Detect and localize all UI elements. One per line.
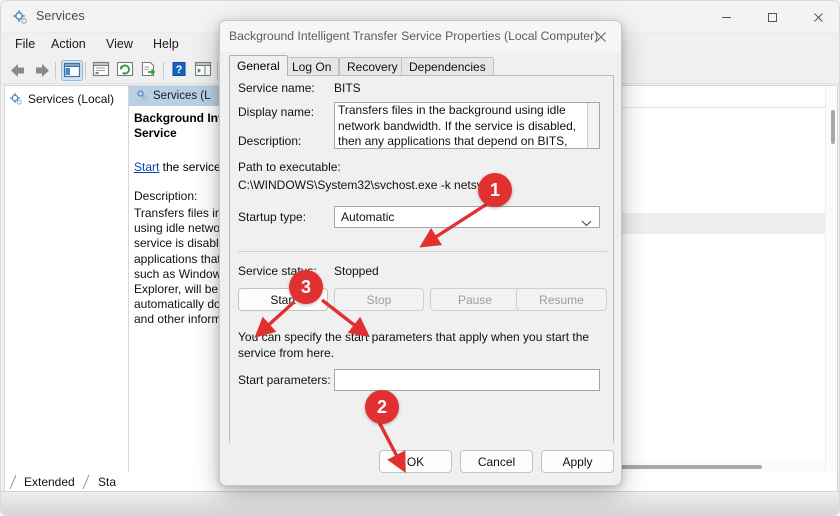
show-hide-console-tree-icon[interactable] bbox=[61, 60, 83, 81]
path-to-executable-value: C:\WINDOWS\System32\svchost.exe -k netsv… bbox=[238, 178, 509, 192]
status-bar bbox=[1, 491, 839, 515]
window-title: Services bbox=[36, 9, 85, 23]
startup-type-dropdown[interactable]: Automatic bbox=[334, 206, 600, 228]
list-vscroll-thumb[interactable] bbox=[831, 110, 835, 144]
service-name-value: BITS bbox=[334, 81, 361, 95]
dialog-close-button[interactable] bbox=[579, 21, 621, 53]
apply-button[interactable]: Apply bbox=[541, 450, 614, 473]
callout-badge-3: 3 bbox=[289, 270, 323, 304]
start-parameters-input[interactable] bbox=[334, 369, 600, 391]
description-text: Transfers files in the background using … bbox=[338, 103, 577, 149]
menu-action[interactable]: Action bbox=[45, 37, 92, 54]
chevron-down-icon bbox=[581, 214, 592, 232]
tab-dependencies[interactable]: Dependencies bbox=[401, 57, 494, 76]
tab-recovery[interactable]: Recovery bbox=[339, 57, 406, 76]
dialog-title: Background Intelligent Transfer Service … bbox=[229, 29, 599, 43]
cancel-button[interactable]: Cancel bbox=[460, 450, 533, 473]
dialog-titlebar: Background Intelligent Transfer Service … bbox=[220, 21, 621, 53]
back-arrow-icon[interactable] bbox=[7, 60, 29, 81]
display-name-label: Display name: bbox=[238, 105, 315, 119]
description-scrollbar[interactable] bbox=[587, 103, 599, 148]
help-icon[interactable]: ? bbox=[169, 60, 191, 81]
services-gear-icon bbox=[135, 88, 148, 104]
forward-arrow-icon[interactable] bbox=[31, 60, 53, 81]
startup-type-label: Startup type: bbox=[238, 210, 307, 224]
close-button[interactable] bbox=[795, 1, 839, 33]
tab-separator-icon bbox=[82, 474, 91, 490]
menu-help[interactable]: Help bbox=[147, 37, 185, 54]
svg-text:?: ? bbox=[176, 64, 183, 76]
start-service-link[interactable]: Start bbox=[134, 160, 159, 174]
tree-item-label: Services (Local) bbox=[28, 92, 115, 106]
description-textbox[interactable]: Transfers files in the background using … bbox=[334, 102, 600, 149]
show-action-pane-icon[interactable] bbox=[193, 60, 215, 81]
start-link-suffix: the service bbox=[159, 160, 221, 174]
dialog-body: General Log On Recovery Dependencies Ser… bbox=[220, 53, 621, 485]
minimize-button[interactable] bbox=[703, 1, 749, 33]
start-parameters-help-text: You can specify the start parameters tha… bbox=[238, 330, 590, 360]
extended-start-link-row: Start the service bbox=[134, 160, 221, 174]
menu-view[interactable]: View bbox=[100, 37, 139, 54]
export-list-icon[interactable] bbox=[139, 60, 161, 81]
tree-item-services-local[interactable]: Services (Local) bbox=[9, 90, 114, 108]
services-gear-icon bbox=[12, 9, 29, 26]
window-controls bbox=[703, 1, 839, 33]
tab-extended[interactable]: Extended bbox=[17, 473, 82, 491]
console-tree-pane: Services (Local) bbox=[5, 86, 129, 472]
description-label: Description: bbox=[238, 134, 302, 148]
ok-button[interactable]: OK bbox=[379, 450, 452, 473]
properties-icon[interactable] bbox=[91, 60, 113, 81]
dialog-tab-page-general: Service name: BITS Display name: Backgro… bbox=[229, 75, 614, 469]
dialog-footer: OK Cancel Apply bbox=[220, 443, 621, 485]
screenshot-root: Services File Action View Help ? Service… bbox=[0, 0, 840, 516]
section-divider bbox=[238, 251, 607, 252]
extended-description-label: Description: bbox=[134, 189, 198, 203]
callout-badge-1: 1 bbox=[478, 173, 512, 207]
service-properties-dialog: Background Intelligent Transfer Service … bbox=[219, 20, 622, 486]
tab-log-on[interactable]: Log On bbox=[284, 57, 340, 76]
refresh-icon[interactable] bbox=[115, 60, 137, 81]
stop-button[interactable]: Stop bbox=[334, 288, 424, 311]
tab-standard[interactable]: Sta bbox=[91, 473, 123, 491]
startup-type-value: Automatic bbox=[341, 210, 395, 224]
list-vertical-scrollbar[interactable] bbox=[825, 86, 837, 472]
menu-file[interactable]: File bbox=[9, 37, 41, 54]
services-gear-icon bbox=[9, 92, 23, 106]
maximize-button[interactable] bbox=[749, 1, 795, 33]
dialog-tabstrip: General Log On Recovery Dependencies bbox=[229, 55, 614, 76]
service-status-value: Stopped bbox=[334, 264, 379, 278]
service-name-label: Service name: bbox=[238, 81, 315, 95]
callout-badge-2: 2 bbox=[365, 390, 399, 424]
start-parameters-label: Start parameters: bbox=[238, 373, 331, 387]
resume-button[interactable]: Resume bbox=[516, 288, 607, 311]
pause-button[interactable]: Pause bbox=[430, 288, 520, 311]
tab-general[interactable]: General bbox=[229, 55, 288, 76]
path-to-executable-label: Path to executable: bbox=[238, 160, 341, 174]
extended-header-label: Services (L bbox=[153, 90, 211, 102]
